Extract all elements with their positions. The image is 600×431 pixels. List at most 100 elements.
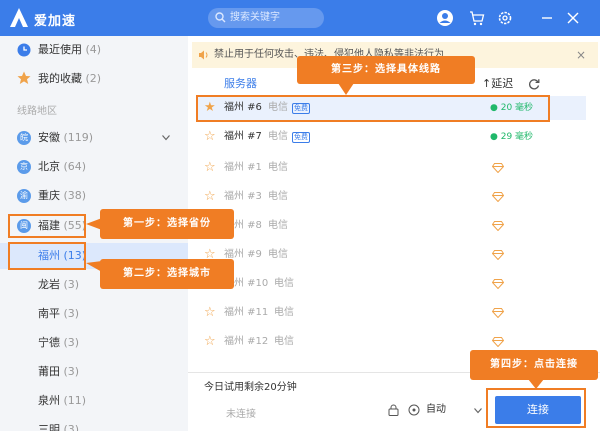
city-count: (3) bbox=[63, 336, 80, 349]
callout-step3: 第三步：选择具体线路 bbox=[297, 56, 475, 84]
sidebar-city-putian[interactable]: 莆田 (3) bbox=[0, 359, 188, 385]
callout-pointer-icon bbox=[86, 261, 102, 272]
sidebar-item-count: (4) bbox=[85, 43, 102, 56]
sidebar-item-recent[interactable]: 最近使用 (4) bbox=[0, 37, 188, 63]
server-latency: ● 29 毫秒 bbox=[490, 132, 534, 142]
server-isp: 电信 bbox=[268, 162, 288, 173]
city-count: (11) bbox=[63, 394, 87, 407]
route-icon bbox=[408, 404, 420, 416]
speaker-icon bbox=[199, 50, 208, 60]
sidebar-city-ningde[interactable]: 宁德 (3) bbox=[0, 330, 188, 356]
server-name: 福州 #11 bbox=[224, 307, 269, 318]
settings-gear-icon[interactable] bbox=[496, 9, 514, 27]
minimize-icon[interactable] bbox=[538, 9, 556, 27]
highlight-connect bbox=[486, 388, 586, 428]
city-count: (3) bbox=[63, 278, 80, 291]
sidebar-item-chongqing[interactable]: 渝 重庆 (38) bbox=[0, 183, 188, 209]
server-isp: 电信 bbox=[274, 336, 294, 347]
server-row[interactable]: ☆ 福州 #3 电信 bbox=[196, 185, 586, 209]
highlight-province bbox=[8, 214, 86, 238]
highlight-city bbox=[8, 242, 86, 270]
sidebar-item-count: (38) bbox=[63, 189, 87, 202]
sidebar-item-count: (119) bbox=[63, 131, 94, 144]
favorite-star-icon[interactable]: ☆ bbox=[204, 185, 216, 209]
sidebar-item-label: 最近使用 bbox=[38, 43, 82, 56]
favorite-star-icon[interactable]: ☆ bbox=[204, 125, 216, 149]
avatar-icon[interactable] bbox=[436, 9, 454, 27]
city-label: 莆田 bbox=[38, 365, 60, 378]
app-title: 爱加速 bbox=[34, 14, 77, 29]
server-row[interactable]: ☆ 福州 #8 电信 bbox=[196, 214, 586, 238]
sidebar-city-sanming[interactable]: 三明 (3) bbox=[0, 417, 188, 431]
sidebar-item-label: 我的收藏 bbox=[38, 72, 82, 85]
search-placeholder: 搜索关键字 bbox=[230, 12, 280, 23]
callout-pointer-icon bbox=[528, 379, 544, 389]
server-row[interactable]: ☆ 福州 #7 电信 免费 ● 29 毫秒 bbox=[196, 125, 586, 149]
sidebar-item-label: 重庆 bbox=[38, 189, 60, 202]
close-icon[interactable] bbox=[564, 9, 582, 27]
chevron-down-icon bbox=[474, 408, 482, 414]
server-name: 福州 #1 bbox=[224, 162, 262, 173]
favorite-star-icon[interactable]: ☆ bbox=[204, 156, 216, 180]
refresh-icon[interactable] bbox=[528, 78, 540, 90]
city-count: (3) bbox=[63, 423, 80, 431]
callout-pointer-icon bbox=[86, 218, 102, 230]
server-name: 福州 #7 bbox=[224, 131, 262, 142]
app-logo-icon bbox=[10, 8, 28, 27]
mode-value: 自动 bbox=[426, 404, 446, 415]
sidebar-item-beijing[interactable]: 京 北京 (64) bbox=[0, 154, 188, 180]
search-input[interactable]: 搜索关键字 bbox=[208, 8, 324, 28]
sidebar-item-favorites[interactable]: 我的收藏 (2) bbox=[0, 66, 188, 92]
favorite-star-icon[interactable]: ☆ bbox=[204, 330, 216, 354]
callout-step4: 第四步：点击连接 bbox=[470, 350, 598, 380]
column-latency-sort[interactable]: ↑延迟 bbox=[482, 72, 513, 96]
city-count: (3) bbox=[63, 365, 80, 378]
connection-status: 未连接 bbox=[226, 409, 256, 420]
server-isp: 电信 bbox=[268, 191, 288, 202]
vip-diamond-icon bbox=[492, 221, 504, 231]
province-badge-icon: 京 bbox=[17, 160, 31, 174]
province-badge-icon: 渝 bbox=[17, 189, 31, 203]
server-isp: 电信 bbox=[268, 249, 288, 260]
server-isp: 电信 bbox=[274, 307, 294, 318]
city-label: 宁德 bbox=[38, 336, 60, 349]
sidebar-item-count: (2) bbox=[85, 72, 102, 85]
mode-select[interactable]: 自动 bbox=[388, 401, 488, 419]
callout-pointer-icon bbox=[338, 83, 354, 95]
notice-close-icon[interactable]: × bbox=[576, 42, 586, 68]
server-isp: 电信 bbox=[268, 220, 288, 231]
vip-diamond-icon bbox=[492, 250, 504, 260]
server-name: 福州 #12 bbox=[224, 336, 269, 347]
column-server[interactable]: 服务器 bbox=[224, 72, 257, 96]
sidebar-item-label: 安徽 bbox=[38, 131, 60, 144]
server-row[interactable]: ☆ 福州 #11 电信 bbox=[196, 301, 586, 325]
server-row[interactable]: ☆ 福州 #10 电信 bbox=[196, 272, 586, 296]
callout-step2: 第二步：选择城市 bbox=[100, 259, 234, 289]
server-row[interactable]: ☆ 福州 #9 电信 bbox=[196, 243, 586, 267]
sidebar-item-count: (64) bbox=[63, 160, 87, 173]
favorite-star-icon[interactable]: ☆ bbox=[204, 301, 216, 325]
vip-diamond-icon bbox=[492, 337, 504, 347]
clock-icon bbox=[17, 43, 31, 57]
free-badge: 免费 bbox=[292, 132, 310, 143]
city-label: 龙岩 bbox=[38, 278, 60, 291]
highlight-server bbox=[196, 95, 550, 122]
sidebar-city-nanping[interactable]: 南平 (3) bbox=[0, 301, 188, 327]
callout-step1: 第一步：选择省份 bbox=[100, 209, 234, 239]
vip-diamond-icon bbox=[492, 163, 504, 173]
star-icon bbox=[17, 71, 31, 84]
section-title-regions: 线路地区 bbox=[17, 106, 57, 117]
lock-icon bbox=[388, 404, 399, 416]
title-bar: 爱加速 搜索关键字 bbox=[0, 0, 600, 36]
sidebar-item-anhui[interactable]: 皖 安徽 (119) bbox=[0, 125, 188, 151]
city-count: (3) bbox=[63, 307, 80, 320]
cart-icon[interactable] bbox=[468, 9, 486, 27]
city-label: 泉州 bbox=[38, 394, 60, 407]
search-icon bbox=[215, 12, 226, 23]
sidebar-city-quanzhou[interactable]: 泉州 (11) bbox=[0, 388, 188, 414]
trial-remaining-text: 今日试用剩余20分钟 bbox=[204, 382, 297, 393]
server-row[interactable]: ☆ 福州 #1 电信 bbox=[196, 156, 586, 180]
vip-diamond-icon bbox=[492, 308, 504, 318]
city-label: 南平 bbox=[38, 307, 60, 320]
chevron-down-icon[interactable] bbox=[162, 135, 170, 141]
